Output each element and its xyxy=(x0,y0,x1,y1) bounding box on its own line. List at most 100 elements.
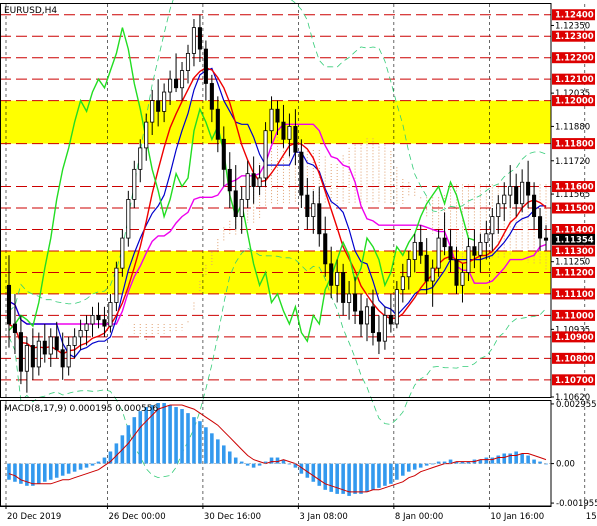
eurusd-h4-chart[interactable]: 1.123501.120351.118801.117201.115651.112… xyxy=(0,0,597,526)
candle-body xyxy=(197,27,202,50)
level-label: 1.10800 xyxy=(555,354,594,364)
time-tick-label: 20 Dec 2019 xyxy=(7,512,61,522)
candle-body xyxy=(66,345,71,368)
macd-bar xyxy=(84,463,89,468)
candle-body xyxy=(305,194,310,218)
level-label: 1.12300 xyxy=(555,32,594,42)
candle-body xyxy=(150,100,155,123)
candle-body xyxy=(24,345,29,372)
price-tick-label: 1.11720 xyxy=(555,157,590,167)
macd-bar xyxy=(96,461,101,464)
macd-bar xyxy=(371,463,375,490)
candle-body xyxy=(502,194,507,205)
candle-body xyxy=(84,323,89,331)
macd-tick-label: -0.001955 xyxy=(556,499,597,509)
candle-body xyxy=(526,181,531,196)
candle-body xyxy=(269,108,274,132)
macd-bar xyxy=(198,421,202,464)
candle-body xyxy=(400,276,405,291)
candle-body xyxy=(323,233,328,265)
indicator-label: MACD(8,17,9) 0.000195 0.000556 xyxy=(4,404,159,414)
macd-bar xyxy=(418,463,423,468)
level-label: 1.12200 xyxy=(555,54,594,64)
level-label: 1.11800 xyxy=(555,140,594,150)
macd-bar xyxy=(216,439,220,464)
candle-body xyxy=(132,168,137,200)
candle-body xyxy=(382,314,387,342)
candle-body xyxy=(168,78,173,93)
candle-body xyxy=(36,340,41,368)
candle-body xyxy=(430,267,435,282)
candle-body xyxy=(48,336,53,355)
candle-body xyxy=(191,27,197,54)
level-label: 1.11500 xyxy=(555,204,594,214)
candle-body xyxy=(347,293,352,303)
macd-bar xyxy=(395,463,399,480)
candle-body xyxy=(281,121,286,140)
candle-body xyxy=(102,319,107,327)
level-label: 1.10900 xyxy=(555,333,594,343)
macd-bar xyxy=(60,463,65,476)
macd-bar xyxy=(526,455,530,464)
macd-bar xyxy=(144,407,149,464)
macd-bar xyxy=(7,463,11,480)
candle-body xyxy=(520,181,525,205)
candle-body xyxy=(239,199,244,218)
level-label: 1.11600 xyxy=(555,183,594,193)
macd-bar xyxy=(31,463,35,486)
macd-bar xyxy=(186,413,190,464)
candle-body xyxy=(490,216,495,235)
macd-bar xyxy=(168,405,172,464)
candle-body xyxy=(42,340,47,355)
macd-bar xyxy=(138,411,143,464)
candle-body xyxy=(311,203,316,218)
macd-bar xyxy=(323,463,328,490)
macd-tick-label: 0.002955 xyxy=(556,400,597,410)
macd-bar xyxy=(245,463,250,466)
level-label: 1.11200 xyxy=(555,268,594,278)
macd-bar xyxy=(269,457,274,464)
candle-body xyxy=(257,177,262,187)
macd-bar xyxy=(317,463,322,486)
time-tick-label: 15 Jan 08:00 xyxy=(586,512,597,522)
candle-body xyxy=(341,272,346,303)
candle-body xyxy=(78,330,83,338)
macd-bar xyxy=(72,463,77,472)
macd-bar xyxy=(311,463,316,482)
candle-body xyxy=(60,349,65,368)
candle-body xyxy=(162,91,167,112)
candle-body xyxy=(138,147,143,170)
macd-bar xyxy=(102,457,107,464)
candle-body xyxy=(144,121,149,149)
macd-bar xyxy=(233,457,238,464)
macd-bar xyxy=(484,457,489,464)
level-label: 1.11300 xyxy=(555,247,594,257)
candle-body xyxy=(317,203,322,235)
candle-body xyxy=(203,48,208,84)
macd-bar xyxy=(114,443,119,464)
macd-bar xyxy=(502,453,507,464)
candle-body xyxy=(233,190,238,218)
macd-bar xyxy=(132,417,137,464)
candle-body xyxy=(454,259,459,286)
macd-bar xyxy=(19,463,23,484)
candle-body xyxy=(174,78,179,89)
candle-body xyxy=(227,168,232,192)
macd-bar xyxy=(496,455,501,464)
candle-body xyxy=(179,70,185,89)
candle-body xyxy=(215,108,220,140)
candle-body xyxy=(538,216,543,239)
candle-body xyxy=(388,314,393,325)
candle-body xyxy=(245,173,250,200)
macd-bar xyxy=(430,463,435,465)
candle-body xyxy=(293,126,298,153)
macd-bar xyxy=(48,463,53,480)
candle-body xyxy=(353,293,358,312)
candle-body xyxy=(299,151,304,196)
candle-body xyxy=(90,314,95,325)
macd-bar xyxy=(520,453,524,464)
level-label: 1.10700 xyxy=(555,376,594,386)
macd-bar xyxy=(222,445,226,464)
candle-body xyxy=(406,259,411,278)
candle-body xyxy=(484,233,489,243)
